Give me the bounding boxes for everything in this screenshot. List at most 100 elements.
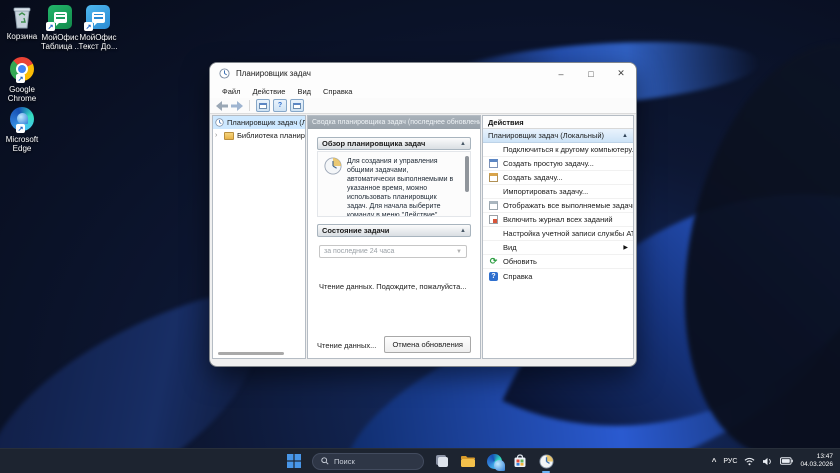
edge-icon: [487, 454, 502, 469]
action-at-service-account[interactable]: Настройка учетной записи службы AT: [483, 227, 633, 241]
task-scheduler-taskbar-button[interactable]: [538, 453, 554, 469]
tree-item-label: Планировщик задач (Локаль: [227, 118, 305, 127]
menu-view[interactable]: Вид: [291, 87, 317, 96]
taskbar-search[interactable]: Поиск: [312, 453, 424, 470]
wifi-icon[interactable]: [744, 457, 755, 466]
myoffice-text-icon: ↗: [85, 5, 111, 31]
speaker-icon[interactable]: [762, 457, 773, 466]
actions-pane: Действия Планировщик задач (Локальный) ▲…: [482, 115, 634, 359]
cancel-refresh-button[interactable]: Отмена обновления: [384, 336, 471, 353]
tree-item-task-scheduler-local[interactable]: Планировщик задач (Локаль: [213, 116, 305, 129]
expand-chevron-icon[interactable]: ›: [215, 132, 221, 139]
status-section-header[interactable]: Состояние задачи ▲: [317, 224, 471, 237]
basic-task-icon: [488, 159, 499, 168]
search-icon: [321, 457, 329, 465]
action-refresh[interactable]: ⟳ Обновить: [483, 255, 633, 269]
action-label: Создать простую задачу...: [503, 159, 594, 168]
collapse-icon[interactable]: ▲: [460, 141, 466, 147]
menu-help[interactable]: Справка: [317, 87, 358, 96]
status-message: Чтение данных. Подождите, пожалуйста...: [319, 282, 471, 291]
status-period-value: за последние 24 часа: [324, 248, 394, 255]
battery-icon[interactable]: [780, 457, 793, 465]
desktop-icon-google-chrome[interactable]: ↗ Google Chrome: [0, 56, 44, 103]
action-label: Включить журнал всех заданий: [503, 215, 613, 224]
window-title: Планировщик задач: [236, 69, 311, 78]
desktop-icon-microsoft-edge[interactable]: ↗ Microsoft Edge: [0, 106, 44, 153]
edge-icon: ↗: [9, 107, 35, 133]
summary-header: Сводка планировщика задач (последнее обн…: [308, 116, 480, 129]
console-tree-pane: Планировщик задач (Локаль › Библиотека п…: [212, 115, 306, 359]
action-label: Обновить: [503, 257, 537, 266]
horizontal-scrollbar[interactable]: [218, 352, 284, 355]
forward-arrow-icon[interactable]: [231, 101, 243, 111]
folder-icon: [460, 455, 476, 468]
window-titlebar[interactable]: Планировщик задач – □ ✕: [210, 63, 636, 84]
action-enable-task-history[interactable]: Включить журнал всех заданий: [483, 213, 633, 227]
running-tasks-icon: [488, 201, 499, 210]
tree-item-task-scheduler-library[interactable]: › Библиотека планировщ: [213, 129, 305, 142]
start-button[interactable]: [286, 453, 302, 469]
action-label: Подключиться к другому компьютеру...: [503, 145, 633, 154]
language-indicator[interactable]: РУС: [723, 458, 737, 465]
tray-clock[interactable]: 13:47 04.03.2026: [800, 453, 833, 469]
search-placeholder: Поиск: [334, 457, 355, 466]
submenu-arrow-icon: ▶: [623, 244, 628, 251]
status-section-title: Состояние задачи: [322, 226, 389, 235]
create-task-icon: [488, 173, 499, 182]
menu-action[interactable]: Действие: [246, 87, 291, 96]
action-view-submenu[interactable]: Вид ▶: [483, 241, 633, 255]
tray-overflow-chevron[interactable]: ^: [712, 457, 717, 466]
tray-date: 04.03.2026: [800, 461, 833, 469]
vertical-scrollbar[interactable]: [465, 156, 469, 192]
desktop-icon-myoffice-text[interactable]: ↗ МойОфис Текст До...: [76, 4, 120, 51]
show-action-pane-button[interactable]: [290, 99, 304, 112]
status-content: за последние 24 часа ▼ Чтение данных. По…: [317, 245, 471, 291]
tray-time: 13:47: [800, 453, 833, 461]
minimize-button[interactable]: –: [546, 63, 576, 84]
collapse-icon[interactable]: ▲: [460, 228, 466, 234]
desktop-icon-label: Google Chrome: [0, 85, 44, 103]
actions-group-header[interactable]: Планировщик задач (Локальный) ▲: [483, 129, 633, 143]
task-history-icon: [488, 215, 499, 224]
action-label: Вид: [503, 243, 517, 252]
scheduler-logo-icon: [324, 157, 342, 175]
microsoft-store-button[interactable]: [512, 453, 528, 469]
shortcut-arrow-icon: ↗: [16, 124, 25, 133]
overview-text: Для создания и управления общими задачам…: [347, 157, 462, 211]
myoffice-table-icon: ↗: [47, 5, 73, 31]
action-label: Импортировать задачу...: [503, 187, 588, 196]
file-explorer-button[interactable]: [460, 453, 476, 469]
help-toolbar-button[interactable]: ?: [273, 99, 287, 112]
desktop-icon-label: Microsoft Edge: [0, 135, 44, 153]
action-help[interactable]: ? Справка: [483, 269, 633, 283]
shortcut-arrow-icon: ↗: [16, 74, 25, 83]
action-create-task[interactable]: Создать задачу...: [483, 171, 633, 185]
task-scheduler-app-icon: [219, 68, 230, 79]
close-button[interactable]: ✕: [606, 63, 636, 84]
toolbar: ?: [210, 98, 636, 114]
menu-file[interactable]: Файл: [216, 87, 246, 96]
show-console-tree-button[interactable]: [256, 99, 270, 112]
overview-section-header[interactable]: Обзор планировщика задач ▲: [317, 137, 471, 150]
actions-group-label: Планировщик задач (Локальный): [488, 131, 604, 140]
action-create-basic-task[interactable]: Создать простую задачу...: [483, 157, 633, 171]
task-scheduler-window: Планировщик задач – □ ✕ Файл Действие Ви…: [209, 62, 637, 367]
chrome-icon: ↗: [9, 57, 35, 83]
toolbar-separator: [249, 100, 250, 111]
tree-item-label: Библиотека планировщ: [237, 131, 305, 140]
edge-button[interactable]: [486, 453, 502, 469]
action-label: Создать задачу...: [503, 173, 563, 182]
action-display-running-tasks[interactable]: Отображать все выполняемые задачи: [483, 199, 633, 213]
action-import-task[interactable]: Импортировать задачу...: [483, 185, 633, 199]
folder-icon: [224, 132, 234, 140]
chevron-down-icon: ▼: [456, 249, 462, 255]
action-connect-to-computer[interactable]: Подключиться к другому компьютеру...: [483, 143, 633, 157]
task-scheduler-icon: [539, 454, 554, 469]
back-arrow-icon[interactable]: [216, 101, 228, 111]
maximize-button[interactable]: □: [576, 63, 606, 84]
reading-data-label: Чтение данных...: [317, 341, 376, 353]
status-period-dropdown[interactable]: за последние 24 часа ▼: [319, 245, 467, 258]
task-view-button[interactable]: [434, 453, 450, 469]
collapse-icon[interactable]: ▲: [622, 133, 628, 139]
help-icon: ?: [488, 272, 499, 281]
